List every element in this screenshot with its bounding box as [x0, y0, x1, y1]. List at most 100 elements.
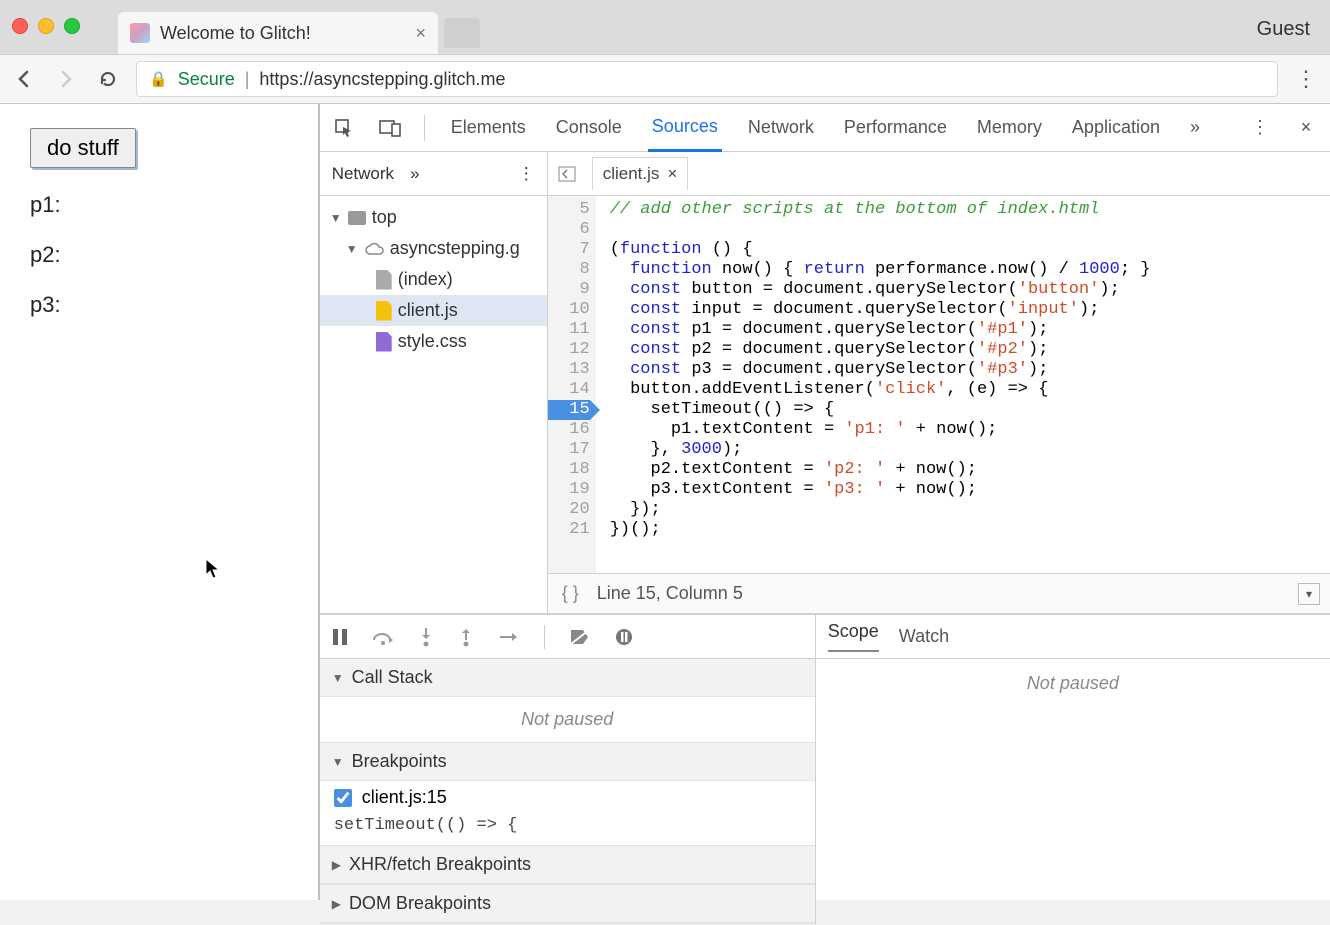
forward-button[interactable]: [52, 65, 80, 93]
separator: [544, 625, 545, 649]
cloud-icon: [364, 242, 384, 256]
deactivate-breakpoints-icon[interactable]: [569, 628, 591, 646]
tree-file-index[interactable]: (index): [320, 264, 547, 295]
editor-tabbar: client.js ×: [548, 152, 1330, 196]
scope-watch-tabs: Scope Watch: [816, 615, 1330, 659]
document-icon: [376, 270, 392, 290]
breakpoints-header[interactable]: ▼ Breakpoints: [320, 743, 815, 781]
p1-label: p1:: [30, 192, 288, 218]
tab-performance[interactable]: Performance: [840, 105, 951, 150]
page-viewport: do stuff p1: p2: p3:: [0, 104, 320, 900]
tree-origin[interactable]: ▼ asyncstepping.glitch.me: [320, 233, 547, 264]
callstack-header[interactable]: ▼ Call Stack: [320, 659, 815, 697]
caret-down-icon: ▼: [332, 671, 344, 685]
collapse-navigator-icon[interactable]: [558, 165, 582, 183]
separator: [424, 115, 425, 141]
tree-frame-top[interactable]: ▼ top: [320, 202, 547, 233]
devtools-tabbar: Elements Console Sources Network Perform…: [320, 104, 1330, 152]
subtab-network[interactable]: Network: [332, 164, 394, 184]
watch-tab[interactable]: Watch: [899, 626, 949, 647]
new-tab-button[interactable]: [444, 18, 480, 48]
tree-label: asyncstepping.glitch.me: [390, 238, 520, 259]
breakpoint-item[interactable]: client.js:15: [320, 781, 815, 814]
cursor-icon: [205, 558, 221, 580]
profile-label[interactable]: Guest: [1257, 18, 1310, 41]
lock-icon: 🔒: [149, 70, 168, 88]
caret-right-icon: ▶: [332, 858, 341, 872]
xhr-breakpoints-title: XHR/fetch Breakpoints: [349, 854, 531, 875]
minimize-window-icon[interactable]: [38, 18, 54, 34]
line-gutter[interactable]: 56789101112131415161718192021: [548, 196, 596, 573]
step-into-icon[interactable]: [418, 627, 434, 647]
tab-overflow[interactable]: »: [1186, 105, 1204, 150]
tab-application[interactable]: Application: [1068, 105, 1164, 150]
inspect-element-icon[interactable]: [332, 116, 356, 140]
tree-label: style.css: [398, 331, 467, 352]
tab-sources[interactable]: Sources: [648, 104, 722, 152]
close-icon[interactable]: ×: [667, 164, 677, 184]
close-tab-icon[interactable]: ×: [415, 23, 426, 44]
sources-navigator: Network » ⋮ ▼ top ▼: [320, 152, 548, 613]
devtools-close-icon[interactable]: ×: [1294, 116, 1318, 140]
browser-tab[interactable]: Welcome to Glitch! ×: [118, 12, 438, 54]
secure-label: Secure: [178, 69, 235, 90]
file-tree: ▼ top ▼ asyncstepping.glitch.me: [320, 196, 547, 357]
main-area: do stuff p1: p2: p3: Elements Console So…: [0, 104, 1330, 900]
step-icon[interactable]: [498, 629, 520, 645]
scope-tab[interactable]: Scope: [828, 621, 879, 652]
devtools: Elements Console Sources Network Perform…: [320, 104, 1330, 900]
cursor-position: Line 15, Column 5: [597, 583, 743, 604]
debugger-right-pane: Scope Watch Not paused: [816, 615, 1330, 924]
device-toolbar-icon[interactable]: [378, 116, 402, 140]
breakpoint-location: client.js:15: [362, 787, 447, 808]
caret-right-icon: ▶: [332, 897, 341, 911]
tree-file-clientjs[interactable]: client.js: [320, 295, 547, 326]
p2-label: p2:: [30, 242, 288, 268]
devtools-menu-icon[interactable]: ⋮: [1248, 116, 1272, 140]
xhr-breakpoints-header[interactable]: ▶ XHR/fetch Breakpoints: [320, 846, 815, 884]
dom-breakpoints-header[interactable]: ▶ DOM Breakpoints: [320, 885, 815, 923]
tab-memory[interactable]: Memory: [973, 105, 1046, 150]
section-callstack: ▼ Call Stack Not paused: [320, 659, 815, 743]
browser-menu-button[interactable]: ⋮: [1292, 66, 1320, 92]
debugger-left-pane: ▼ Call Stack Not paused ▼ Breakpoints cl…: [320, 615, 816, 924]
editor-statusbar: { } Line 15, Column 5 ▾: [548, 573, 1330, 613]
breakpoint-checkbox[interactable]: [334, 789, 352, 807]
pause-on-exceptions-icon[interactable]: [615, 628, 633, 646]
code-area[interactable]: // add other scripts at the bottom of in…: [596, 196, 1151, 573]
url-text: https://asyncstepping.glitch.me: [259, 69, 505, 90]
browser-chrome: Welcome to Glitch! × Guest 🔒 Secure | ht…: [0, 0, 1330, 104]
tree-file-stylecss[interactable]: style.css: [320, 326, 547, 357]
maximize-window-icon[interactable]: [64, 18, 80, 34]
tab-console[interactable]: Console: [552, 105, 626, 150]
do-stuff-button[interactable]: do stuff: [30, 128, 136, 168]
caret-down-icon: ▼: [330, 211, 342, 225]
nav-toolbar: 🔒 Secure | https://asyncstepping.glitch.…: [0, 54, 1330, 104]
step-over-icon[interactable]: [372, 628, 394, 646]
editor-tab-clientjs[interactable]: client.js ×: [592, 157, 689, 190]
css-file-icon: [376, 332, 392, 352]
close-window-icon[interactable]: [12, 18, 28, 34]
tree-label: (index): [398, 269, 453, 290]
coverage-toggle-icon[interactable]: ▾: [1298, 583, 1320, 605]
tab-network[interactable]: Network: [744, 105, 818, 150]
pretty-print-icon[interactable]: { }: [562, 583, 579, 604]
navigator-menu-icon[interactable]: ⋮: [518, 164, 535, 184]
section-dom-breakpoints: ▶ DOM Breakpoints: [320, 885, 815, 924]
back-button[interactable]: [10, 65, 38, 93]
callstack-state: Not paused: [320, 697, 815, 742]
pause-icon[interactable]: [332, 628, 348, 646]
editor-tab-label: client.js: [603, 164, 660, 184]
subtab-overflow[interactable]: »: [410, 164, 419, 184]
caret-down-icon: ▼: [332, 755, 344, 769]
section-xhr-breakpoints: ▶ XHR/fetch Breakpoints: [320, 846, 815, 885]
reload-button[interactable]: [94, 65, 122, 93]
step-out-icon[interactable]: [458, 627, 474, 647]
source-editor: client.js × 5678910111213141516171819202…: [548, 152, 1330, 613]
tab-title: Welcome to Glitch!: [160, 23, 405, 44]
tab-elements[interactable]: Elements: [447, 105, 530, 150]
tree-label: client.js: [398, 300, 458, 321]
section-breakpoints: ▼ Breakpoints client.js:15 setTimeout(()…: [320, 743, 815, 846]
address-bar[interactable]: 🔒 Secure | https://asyncstepping.glitch.…: [136, 61, 1278, 97]
url-separator: |: [245, 69, 250, 90]
